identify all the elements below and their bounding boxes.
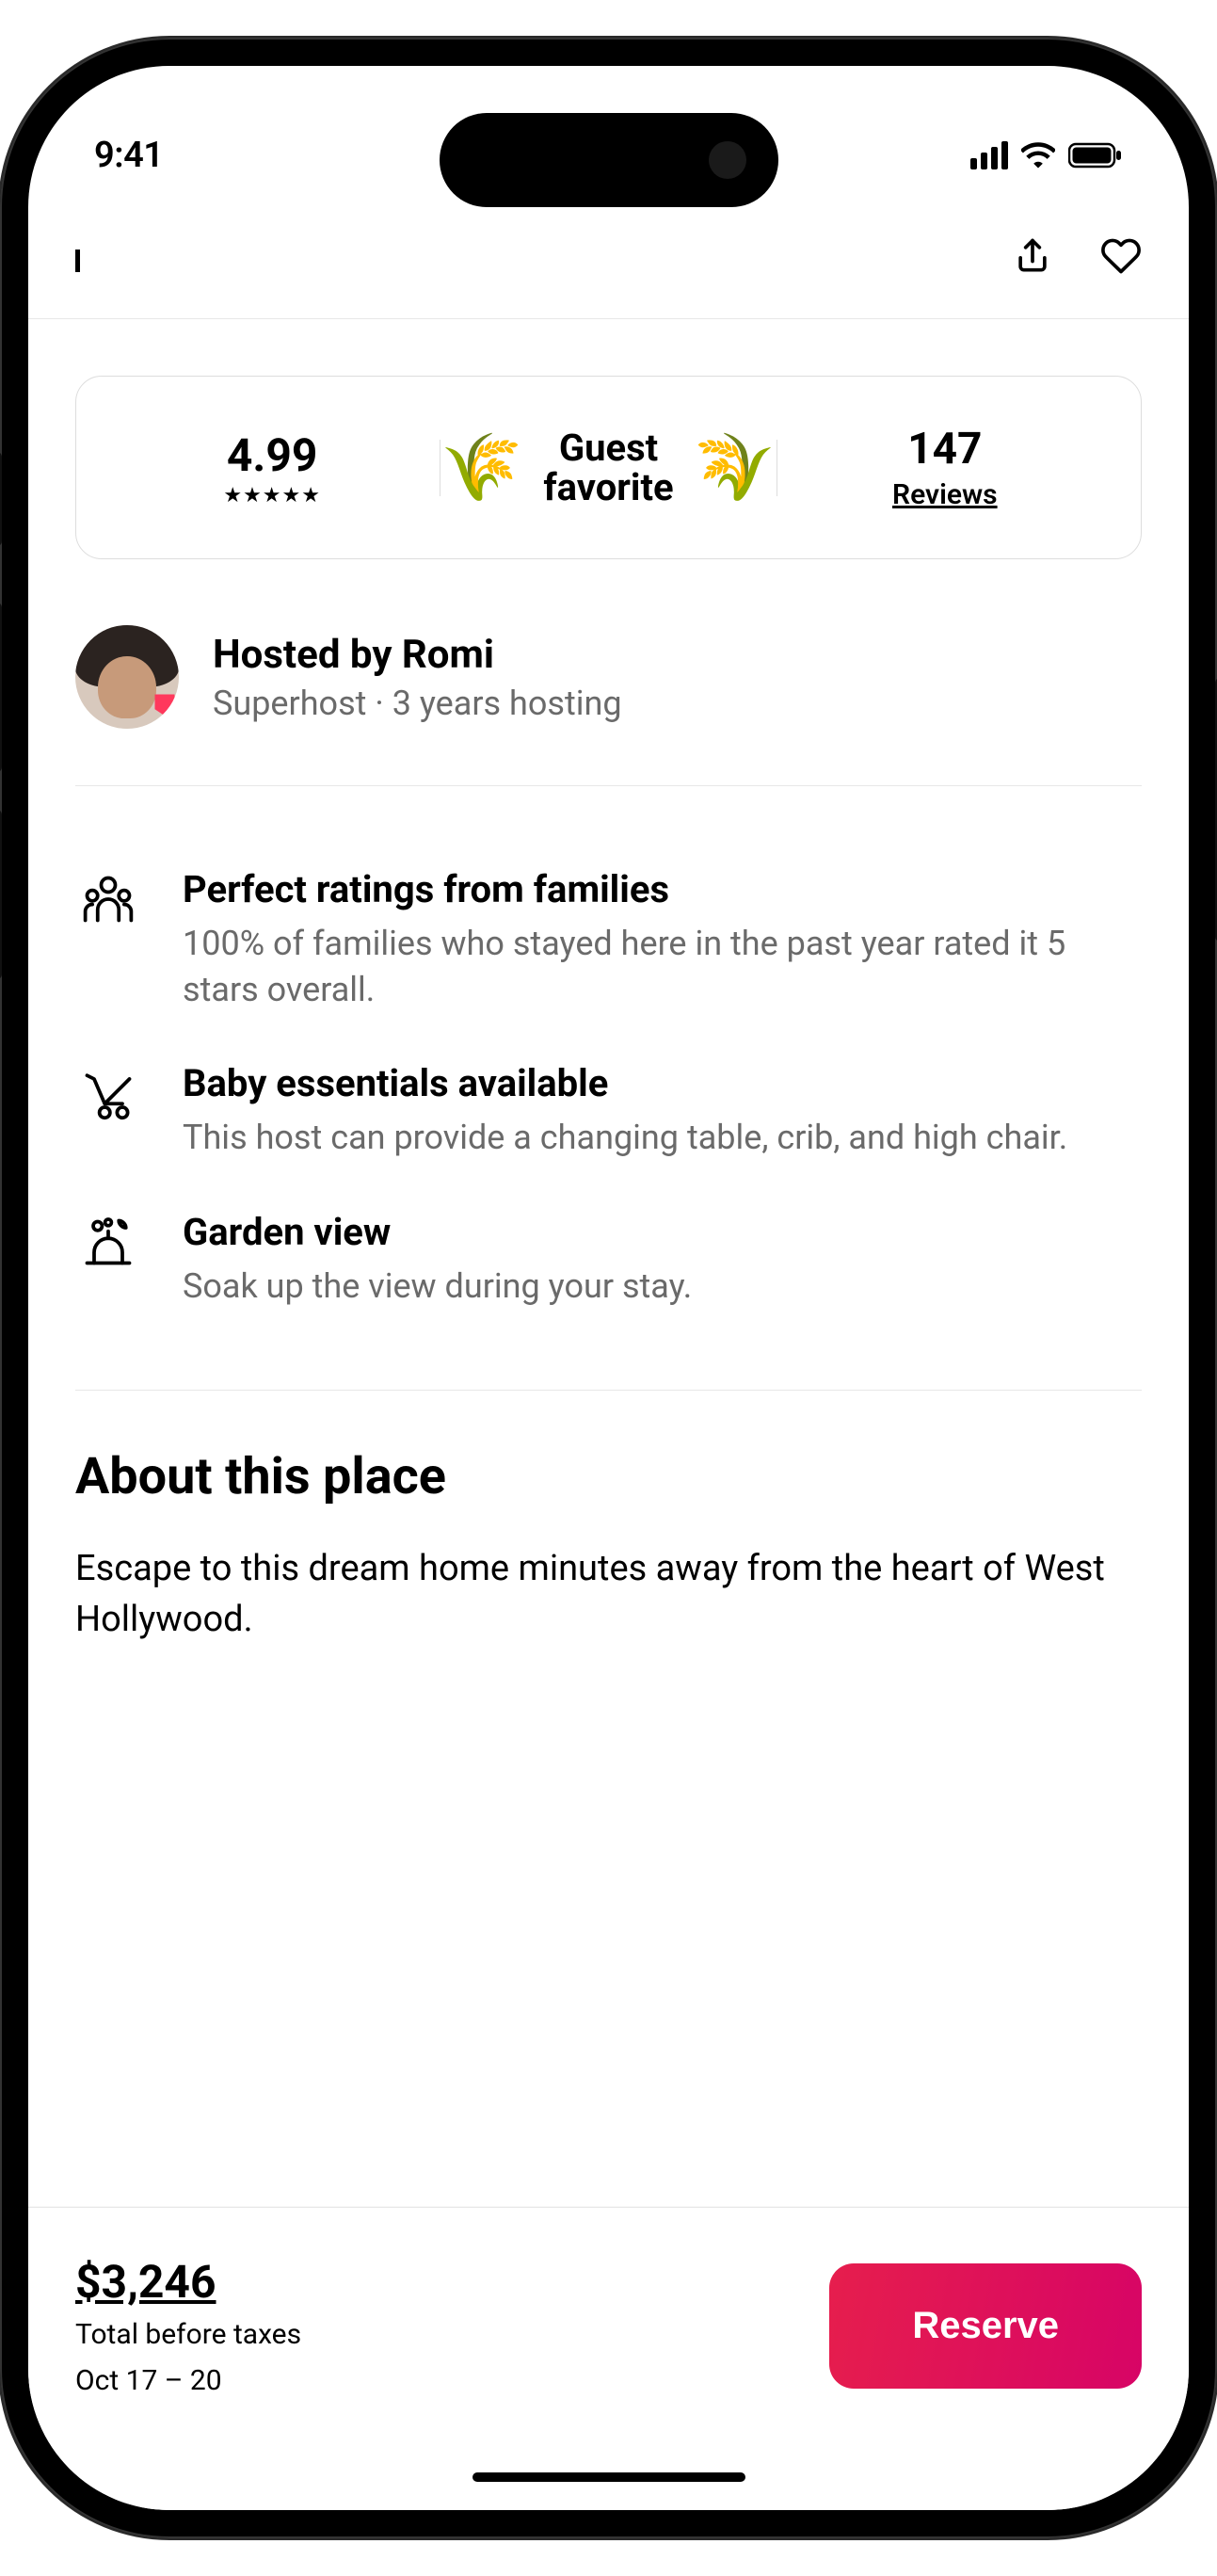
save-button[interactable] [1100,235,1142,281]
highlight-title: Garden view [183,1210,692,1254]
about-section: About this place Escape to this dream ho… [75,1391,1142,1682]
highlight-text: This host can provide a changing table, … [183,1115,1067,1161]
guest-favorite-segment: 🌾 Guest favorite 🌾 [440,428,776,507]
reviews-link[interactable]: Reviews [892,478,998,511]
side-button [0,810,2,979]
app-screen: 4.99 ★★★★★ 🌾 Guest favorite 🌾 147 [28,66,1189,2510]
about-body: Escape to this dream home minutes away f… [75,1544,1142,1644]
battery-icon [1068,142,1123,169]
chevron-left-icon [75,250,80,272]
host-avatar[interactable] [75,625,179,729]
rating-card[interactable]: 4.99 ★★★★★ 🌾 Guest favorite 🌾 147 [75,376,1142,559]
price-dates: Oct 17 – 20 [75,2364,301,2397]
price-sub: Total before taxes [75,2318,301,2351]
guest-favorite-label: Guest favorite [536,428,681,507]
stroller-icon [75,1061,141,1161]
highlight-text: Soak up the view during your stay. [183,1264,692,1310]
price-block[interactable]: $3,246 Total before taxes Oct 17 – 20 [75,2255,301,2397]
phone-screen: 9:41 [28,66,1189,2510]
reserve-sheet: $3,246 Total before taxes Oct 17 – 20 Re… [28,2207,1189,2510]
home-indicator[interactable] [472,2472,745,2482]
rating-stars: ★★★★★ [223,484,321,507]
reviews-segment[interactable]: 147 Reviews [777,424,1113,511]
dynamic-island [440,113,778,207]
laurel-left-icon: 🌾 [440,435,522,501]
side-button [0,603,2,772]
rating-score-segment: 4.99 ★★★★★ [104,428,440,507]
nav-bar [28,207,1189,319]
superhost-badge-icon [145,691,179,729]
status-time: 9:41 [94,135,163,176]
host-row[interactable]: Hosted by Romi Superhost · 3 years hosti… [75,559,1142,786]
highlight-text: 100% of families who stayed here in the … [183,921,1142,1012]
price-total: $3,246 [75,2255,301,2309]
reserve-button[interactable]: Reserve [829,2263,1142,2389]
heart-icon [1100,235,1142,277]
review-count: 147 [907,424,982,475]
highlight-item: Garden view Soak up the view during your… [75,1185,1142,1334]
side-button [0,452,2,546]
highlight-item: Baby essentials available This host can … [75,1037,1142,1185]
phone-frame: 9:41 [0,38,1217,2538]
highlight-title: Perfect ratings from families [183,867,1142,911]
host-subtitle: Superhost · 3 years hosting [213,684,622,723]
about-heading: About this place [75,1447,1142,1506]
garden-icon [75,1210,141,1310]
highlight-item: Perfect ratings from families 100% of fa… [75,843,1142,1037]
rating-score: 4.99 [227,428,318,482]
cellular-icon [970,141,1008,169]
highlight-title: Baby essentials available [183,1061,1067,1105]
highlights-section: Perfect ratings from families 100% of fa… [75,786,1142,1391]
share-icon [1012,235,1053,277]
wifi-icon [1021,142,1055,169]
family-icon [75,867,141,1012]
share-button[interactable] [1012,235,1053,281]
host-title: Hosted by Romi [213,632,622,678]
laurel-right-icon: 🌾 [694,435,776,501]
back-button[interactable] [75,250,80,267]
listing-content[interactable]: 4.99 ★★★★★ 🌾 Guest favorite 🌾 147 [28,319,1189,2510]
